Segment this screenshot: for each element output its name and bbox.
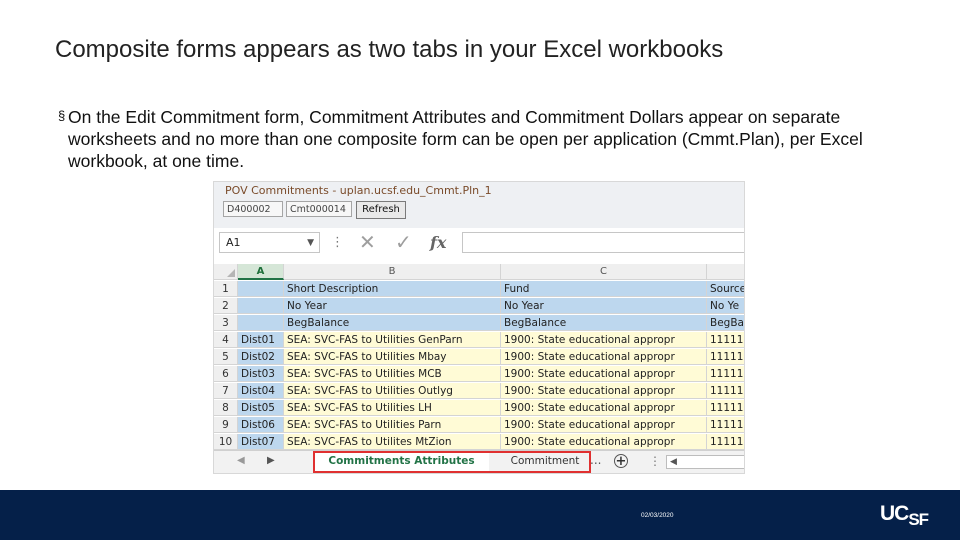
cell-d[interactable]: 11111 bbox=[707, 417, 744, 433]
refresh-button[interactable]: Refresh bbox=[356, 201, 406, 219]
more-icon[interactable]: ⋮ bbox=[331, 235, 344, 250]
cell-b[interactable]: SEA: SVC-FAS to Utilities GenParn bbox=[284, 332, 501, 348]
row-header[interactable]: 1 bbox=[214, 281, 238, 297]
row-header[interactable]: 2 bbox=[214, 298, 238, 314]
cell-b[interactable]: SEA: SVC-FAS to Utilities Outlyg bbox=[284, 383, 501, 399]
cancel-icon[interactable]: ✕ bbox=[359, 230, 376, 254]
logo-uc: UC bbox=[880, 502, 909, 525]
cell-d[interactable]: No Ye bbox=[707, 298, 744, 314]
cell-b[interactable]: BegBalance bbox=[284, 315, 501, 331]
row-header[interactable]: 10 bbox=[214, 434, 238, 450]
sheet-tab-bar: ◀ ▶ Commitments Attributes Commitment ..… bbox=[214, 450, 744, 473]
cell-c[interactable]: 1900: State educational appropr bbox=[501, 434, 707, 450]
cell-c[interactable]: 1900: State educational appropr bbox=[501, 366, 707, 382]
more-icon[interactable]: ⋮ bbox=[649, 454, 661, 468]
horizontal-scrollbar[interactable]: ◀ bbox=[666, 455, 744, 469]
cell-d[interactable]: Source bbox=[707, 281, 744, 297]
row-header[interactable]: 8 bbox=[214, 400, 238, 416]
cell-b[interactable]: SEA: SVC-FAS to Utilites MtZion bbox=[284, 434, 501, 450]
cell-b[interactable]: SEA: SVC-FAS to Utilities Parn bbox=[284, 417, 501, 433]
more-tabs-icon[interactable]: ... bbox=[590, 453, 601, 467]
cell-d[interactable]: 11111 bbox=[707, 366, 744, 382]
formula-bar: A1 ▼ ⋮ ✕ ✓ fx bbox=[214, 229, 744, 261]
scroll-left-icon[interactable]: ◀ bbox=[670, 456, 677, 468]
cell-a[interactable]: Dist01 bbox=[238, 332, 284, 348]
row-header[interactable]: 4 bbox=[214, 332, 238, 348]
cell-c[interactable]: No Year bbox=[501, 298, 707, 314]
pov-entity-field[interactable]: D400002 bbox=[223, 201, 283, 217]
cell-d[interactable]: 11111 bbox=[707, 332, 744, 348]
name-box[interactable]: A1 ▼ bbox=[219, 232, 320, 253]
cell-d[interactable]: BegBa bbox=[707, 315, 744, 331]
scroll-tabs-left-icon[interactable]: ◀ bbox=[237, 455, 245, 466]
pov-commitment-field[interactable]: Cmt000014 bbox=[286, 201, 352, 217]
cell-d[interactable]: 11111 bbox=[707, 349, 744, 365]
cell-a[interactable]: Dist05 bbox=[238, 400, 284, 416]
cell-a[interactable] bbox=[238, 298, 284, 314]
column-header-d[interactable] bbox=[707, 264, 744, 280]
cell-a[interactable]: Dist07 bbox=[238, 434, 284, 450]
cell-a[interactable] bbox=[238, 281, 284, 297]
cell-d[interactable]: 11111 bbox=[707, 400, 744, 416]
add-sheet-icon[interactable]: + bbox=[614, 454, 628, 468]
cell-b[interactable]: No Year bbox=[284, 298, 501, 314]
slide-title: Composite forms appears as two tabs in y… bbox=[55, 36, 724, 63]
row-header[interactable]: 3 bbox=[214, 315, 238, 331]
cell-d[interactable]: 11111 bbox=[707, 383, 744, 399]
slide-footer: 02/03/2020 bbox=[0, 490, 960, 540]
select-all-icon bbox=[227, 269, 235, 277]
pov-panel: POV Commitments - uplan.ucsf.edu_Cmmt.Pl… bbox=[214, 182, 744, 228]
pov-title: POV Commitments - uplan.ucsf.edu_Cmmt.Pl… bbox=[225, 184, 492, 197]
cell-b[interactable]: SEA: SVC-FAS to Utilities MCB bbox=[284, 366, 501, 382]
cell-a[interactable]: Dist03 bbox=[238, 366, 284, 382]
cell-c[interactable]: 1900: State educational appropr bbox=[501, 383, 707, 399]
row-header[interactable]: 6 bbox=[214, 366, 238, 382]
footer-date: 02/03/2020 bbox=[641, 512, 674, 519]
scroll-tabs-right-icon[interactable]: ▶ bbox=[267, 455, 275, 466]
bullet-icon: § bbox=[58, 108, 66, 123]
tabs-highlight-outline bbox=[313, 451, 591, 473]
column-header-a[interactable]: A bbox=[238, 264, 284, 280]
chevron-down-icon[interactable]: ▼ bbox=[307, 233, 314, 253]
cell-c[interactable]: 1900: State educational appropr bbox=[501, 332, 707, 348]
name-box-value: A1 bbox=[226, 236, 241, 249]
cell-b[interactable]: Short Description bbox=[284, 281, 501, 297]
cell-d[interactable]: 11111 bbox=[707, 434, 744, 450]
column-header-c[interactable]: C bbox=[501, 264, 707, 280]
enter-icon[interactable]: ✓ bbox=[395, 230, 412, 254]
select-all-corner[interactable] bbox=[214, 264, 238, 280]
row-header[interactable]: 7 bbox=[214, 383, 238, 399]
row-header[interactable]: 9 bbox=[214, 417, 238, 433]
formula-input[interactable] bbox=[462, 232, 744, 253]
cell-c[interactable]: Fund bbox=[501, 281, 707, 297]
logo-sf: SF bbox=[908, 510, 929, 529]
cell-c[interactable]: BegBalance bbox=[501, 315, 707, 331]
cell-a[interactable]: Dist04 bbox=[238, 383, 284, 399]
cell-a[interactable] bbox=[238, 315, 284, 331]
cell-a[interactable]: Dist06 bbox=[238, 417, 284, 433]
cell-c[interactable]: 1900: State educational appropr bbox=[501, 400, 707, 416]
cell-b[interactable]: SEA: SVC-FAS to Utilities Mbay bbox=[284, 349, 501, 365]
cell-a[interactable]: Dist02 bbox=[238, 349, 284, 365]
bullet-text: On the Edit Commitment form, Commitment … bbox=[68, 107, 863, 171]
cell-c[interactable]: 1900: State educational appropr bbox=[501, 417, 707, 433]
excel-screenshot: POV Commitments - uplan.ucsf.edu_Cmmt.Pl… bbox=[213, 181, 745, 474]
ucsf-logo: UCSF bbox=[880, 502, 929, 529]
cell-c[interactable]: 1900: State educational appropr bbox=[501, 349, 707, 365]
cell-b[interactable]: SEA: SVC-FAS to Utilities LH bbox=[284, 400, 501, 416]
bullet-paragraph: § On the Edit Commitment form, Commitmen… bbox=[58, 106, 908, 172]
column-header-b[interactable]: B bbox=[284, 264, 501, 280]
insert-function-icon[interactable]: fx bbox=[430, 233, 446, 252]
row-header[interactable]: 5 bbox=[214, 349, 238, 365]
